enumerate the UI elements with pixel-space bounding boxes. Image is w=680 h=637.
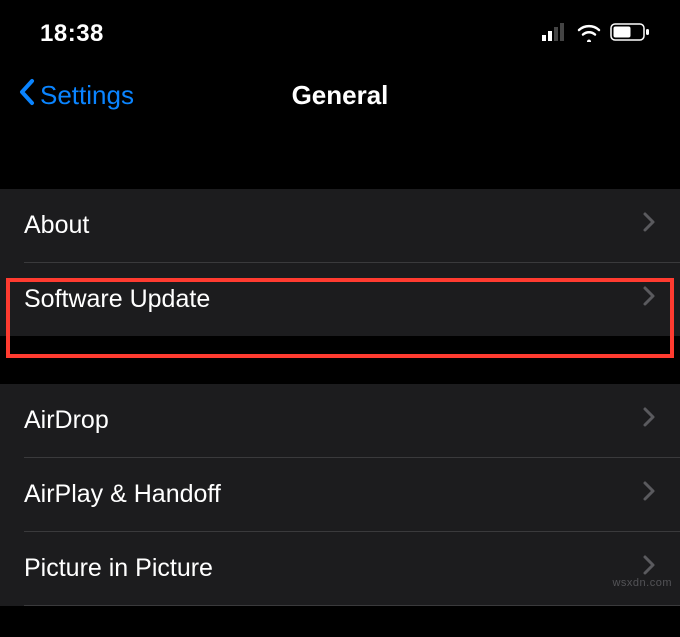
status-bar: 18:38 <box>0 0 680 60</box>
separator <box>24 605 680 606</box>
list-group-1: About Software Update <box>0 189 680 336</box>
status-time: 18:38 <box>40 20 104 48</box>
row-label: Picture in Picture <box>24 554 213 583</box>
section-gap <box>0 141 680 189</box>
chevron-right-icon <box>642 211 656 240</box>
row-label: AirDrop <box>24 406 109 435</box>
chevron-left-icon <box>18 78 36 113</box>
wifi-icon <box>576 22 602 47</box>
chevron-right-icon <box>642 406 656 435</box>
chevron-right-icon <box>642 285 656 314</box>
battery-icon <box>610 23 650 46</box>
row-airplay-handoff[interactable]: AirPlay & Handoff <box>0 458 680 531</box>
row-airdrop[interactable]: AirDrop <box>0 384 680 457</box>
back-label: Settings <box>40 80 134 111</box>
row-about[interactable]: About <box>0 189 680 262</box>
row-label: AirPlay & Handoff <box>24 480 221 509</box>
chevron-right-icon <box>642 480 656 509</box>
row-software-update[interactable]: Software Update <box>0 263 680 336</box>
cellular-signal-icon <box>542 23 568 46</box>
section-gap <box>0 336 680 384</box>
status-icons <box>542 22 650 47</box>
row-label: About <box>24 211 89 240</box>
nav-bar: Settings General <box>0 60 680 141</box>
list-group-2: AirDrop AirPlay & Handoff Picture in Pic… <box>0 384 680 606</box>
page-title: General <box>292 80 389 111</box>
watermark: wsxdn.com <box>612 577 672 589</box>
row-label: Software Update <box>24 285 210 314</box>
back-button[interactable]: Settings <box>18 78 134 113</box>
row-picture-in-picture[interactable]: Picture in Picture <box>0 532 680 605</box>
